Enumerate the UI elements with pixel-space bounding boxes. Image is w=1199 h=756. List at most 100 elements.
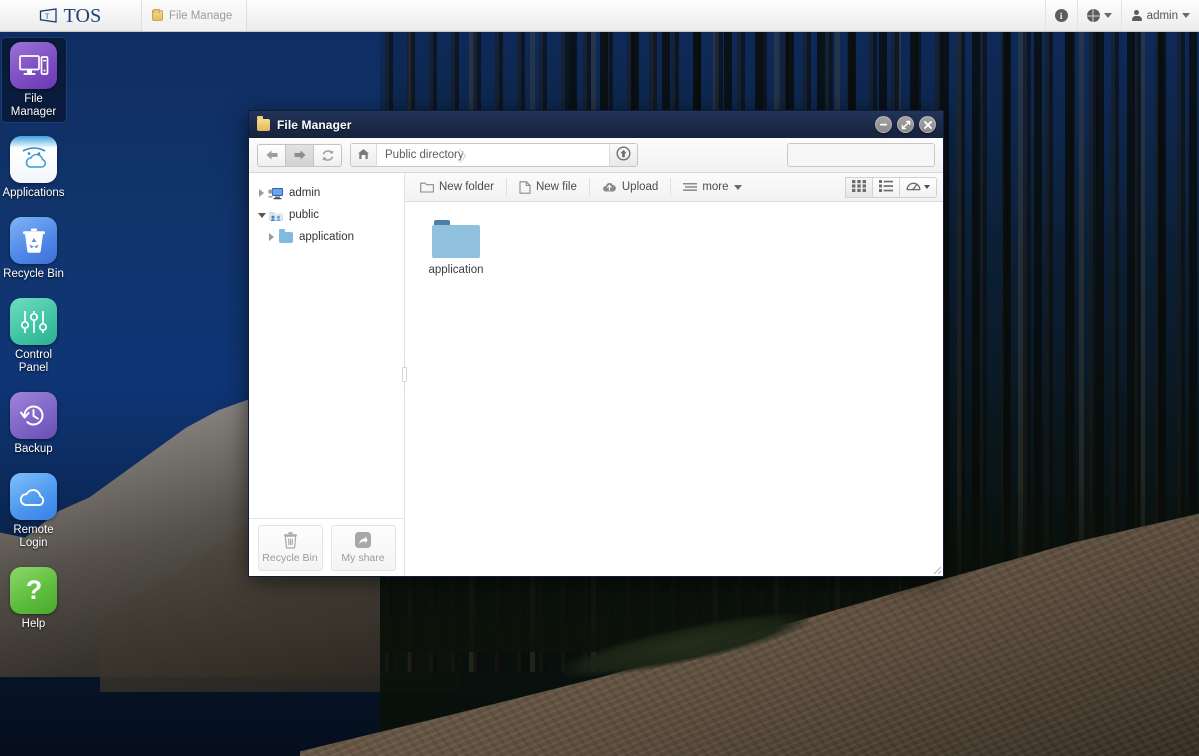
toolbar-label: Upload [621, 181, 659, 193]
new-folder-icon [420, 181, 434, 193]
info-icon: i [1054, 9, 1068, 22]
desktop-icon-backup[interactable]: Backup [0, 388, 67, 459]
user-computer-icon [268, 187, 284, 200]
new-file-icon [519, 180, 531, 194]
trash-icon [282, 531, 299, 549]
search-input[interactable] [788, 144, 934, 166]
refresh-icon [321, 149, 335, 162]
file-item-application[interactable]: application [419, 216, 493, 281]
breadcrumb[interactable]: Public directory [377, 144, 609, 166]
shared-folder-icon [268, 209, 284, 222]
minimize-button[interactable] [875, 116, 892, 133]
forward-button[interactable] [285, 143, 314, 167]
window-title: File Manager [277, 117, 352, 132]
content-pane: New folder New file Upload more applicat… [405, 173, 943, 576]
globe-icon [1086, 9, 1100, 22]
tree-item-application[interactable]: application [255, 226, 404, 248]
file-list-grid[interactable]: application [405, 202, 943, 576]
file-manager-window: File Manager Public directory admin publ… [248, 110, 944, 577]
desktop-icon-control-panel[interactable]: Control Panel [0, 294, 67, 378]
arrow-left-icon [265, 149, 279, 161]
chevron-down-icon [733, 184, 742, 190]
folder-blue-icon [278, 228, 294, 243]
backup-icon [10, 392, 57, 439]
desktop-icon-file-manager[interactable]: File Manager [0, 38, 67, 122]
desktop-icon-label: Backup [14, 443, 53, 455]
toolbar-label: New file [535, 181, 577, 193]
desktop-icon-recycle-bin[interactable]: Recycle Bin [0, 213, 67, 284]
list-view-button[interactable] [872, 176, 900, 198]
folder-icon [432, 220, 480, 258]
expand-toggle-icon[interactable] [255, 189, 268, 197]
home-icon [357, 148, 370, 163]
close-button[interactable] [919, 116, 936, 133]
user-menu-label: admin [1146, 9, 1178, 22]
folder-icon [152, 9, 163, 21]
taskbar-item-file-manager[interactable]: File Manage [142, 0, 248, 31]
language-menu[interactable] [1076, 0, 1121, 31]
recycle-bin-button[interactable]: Recycle Bin [257, 524, 323, 571]
desktop-icon-label: Help [21, 618, 46, 630]
maximize-button[interactable] [897, 116, 914, 133]
person-icon [1131, 9, 1143, 22]
user-menu[interactable]: admin [1120, 0, 1199, 31]
tos-logo-icon: T [39, 8, 58, 23]
upload-button[interactable]: Upload [593, 177, 667, 198]
window-body: admin public application Recycle Bin My … [249, 173, 943, 576]
grid-view-icon [852, 179, 866, 195]
navigation-bar: Public directory [249, 138, 943, 173]
svg-text:?: ? [25, 575, 42, 605]
up-directory-button[interactable] [608, 144, 637, 166]
toolbar: New folder New file Upload more [405, 173, 943, 202]
expand-toggle-icon[interactable] [265, 233, 278, 241]
home-button[interactable] [351, 144, 377, 166]
search-box[interactable] [787, 143, 935, 167]
topbar-actions: i admin [1044, 0, 1199, 31]
gauge-icon [906, 179, 921, 195]
address-bar[interactable]: Public directory [350, 143, 638, 167]
new-file-button[interactable]: New file [510, 177, 586, 198]
tree-item-label: public [289, 209, 320, 221]
arrow-up-icon [616, 146, 631, 164]
desktop-icon-dock: File Manager Applications Recycle Bin Co… [0, 32, 67, 756]
desktop-icon-label: Recycle Bin [3, 268, 64, 280]
share-icon [354, 531, 372, 549]
collapse-toggle-icon[interactable] [255, 212, 268, 218]
back-button[interactable] [257, 143, 286, 167]
toolbar-separator [588, 178, 590, 196]
list-view-icon [879, 179, 893, 195]
remote-login-icon [10, 473, 57, 520]
window-title-bar[interactable]: File Manager [249, 111, 943, 138]
chevron-down-icon [924, 185, 930, 189]
chevron-down-icon [1103, 13, 1112, 18]
more-menu-button[interactable]: more [674, 177, 750, 198]
sidebar-quick-actions: Recycle Bin My share [249, 518, 404, 576]
more-list-icon [683, 182, 698, 193]
applications-icon [10, 136, 57, 183]
brand-logo[interactable]: T TOS [0, 0, 142, 31]
window-controls [875, 116, 936, 133]
quick-action-label: Recycle Bin [262, 552, 318, 564]
grid-view-button[interactable] [845, 176, 873, 198]
folder-tree: admin public application [249, 173, 404, 518]
new-folder-button[interactable]: New folder [411, 177, 503, 198]
window-resize-grip[interactable] [929, 562, 942, 575]
pane-splitter[interactable] [401, 353, 408, 396]
tree-item-label: admin [289, 187, 321, 199]
desktop-icon-applications[interactable]: Applications [0, 132, 67, 203]
toolbar-separator [670, 178, 672, 196]
control-panel-icon [10, 298, 57, 345]
desktop-icon-label: Remote Login [13, 524, 54, 549]
my-share-button[interactable]: My share [330, 524, 396, 571]
tree-item-admin[interactable]: admin [255, 182, 404, 204]
folder-icon [257, 115, 270, 131]
desktop-icon-help[interactable]: ? Help [0, 563, 67, 634]
info-button[interactable]: i [1044, 0, 1077, 31]
view-options-button[interactable] [899, 176, 937, 198]
toolbar-label: New folder [439, 181, 494, 193]
file-item-label: application [428, 264, 484, 276]
refresh-button[interactable] [313, 143, 342, 167]
tree-item-public[interactable]: public [255, 204, 404, 226]
desktop-icon-remote-login[interactable]: Remote Login [0, 469, 67, 553]
